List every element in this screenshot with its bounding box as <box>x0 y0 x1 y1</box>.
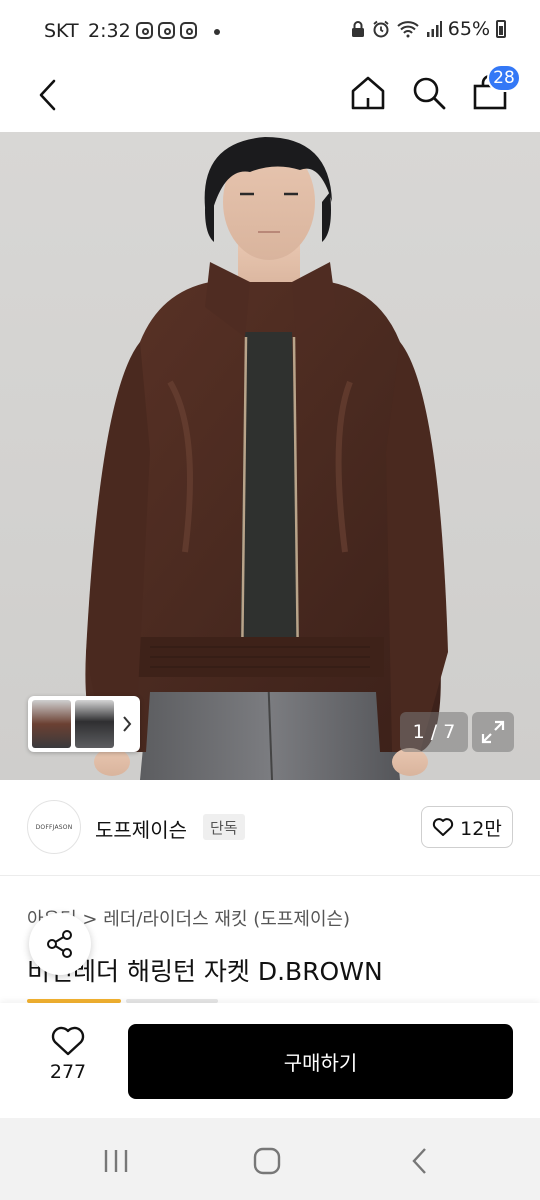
clock: 2:32 <box>88 20 131 42</box>
chevron-right-icon <box>123 716 132 732</box>
share-button[interactable] <box>29 913 91 975</box>
brand-logo-text: DOFFJASON <box>35 823 73 831</box>
system-navigation-bar <box>0 1118 540 1200</box>
battery-level: 65% <box>447 18 490 40</box>
system-status: 65% <box>350 18 506 40</box>
status-bar: SKT 2:32 65% <box>0 0 540 62</box>
expand-icon <box>481 720 505 744</box>
chevron-left-icon <box>39 79 56 111</box>
exclusive-badge: 단독 <box>203 814 245 840</box>
thumbnail-next-button[interactable] <box>118 700 136 748</box>
home-nav-button[interactable] <box>237 1136 297 1186</box>
instagram-icon <box>180 22 197 39</box>
breadcrumb-category[interactable]: 레더/라이더스 재킷 (도프제이슨) <box>103 909 350 930</box>
back-nav-button[interactable] <box>390 1136 450 1186</box>
product-photo <box>85 137 448 780</box>
wifi-icon <box>397 21 419 38</box>
signal-icon <box>426 21 442 37</box>
recent-apps-button[interactable] <box>86 1136 146 1186</box>
instagram-icon <box>136 22 153 39</box>
thumbnail-strip[interactable] <box>28 696 140 752</box>
search-icon <box>413 77 446 110</box>
heart-icon <box>433 818 454 836</box>
brand-like-button[interactable]: 12만 <box>421 806 513 848</box>
carrier-label: SKT <box>44 20 79 42</box>
brand-name-link[interactable]: 도프제이슨 <box>95 814 187 843</box>
more-notifications-dot <box>214 29 220 35</box>
heart-icon <box>51 1026 85 1056</box>
purchase-bar: 277 구매하기 <box>0 1003 540 1118</box>
product-image-gallery[interactable] <box>0 132 540 780</box>
brand-logo[interactable]: DOFFJASON <box>27 800 81 854</box>
thumbnail-1[interactable] <box>32 700 72 748</box>
recent-apps-icon <box>104 1150 128 1172</box>
brand-info: DOFFJASON 도프제이슨 단독 12만 <box>0 780 540 876</box>
instagram-icon <box>158 22 175 39</box>
buy-button[interactable]: 구매하기 <box>128 1024 513 1099</box>
lock-icon <box>351 21 364 37</box>
fullscreen-button[interactable] <box>472 712 514 752</box>
back-nav-icon <box>412 1148 426 1174</box>
search-button[interactable] <box>408 68 450 118</box>
thumbnail-2[interactable] <box>75 700 115 748</box>
wishlist-button[interactable]: 277 <box>28 1025 108 1097</box>
home-nav-icon <box>253 1147 281 1175</box>
cart-count-badge: 28 <box>487 64 521 92</box>
image-counter: 1 / 7 <box>400 712 468 752</box>
battery-icon <box>496 20 506 38</box>
top-app-bar <box>0 62 540 132</box>
alarm-icon <box>373 20 389 38</box>
home-icon <box>351 76 385 110</box>
share-icon <box>47 930 72 958</box>
brand-like-count: 12만 <box>460 817 502 840</box>
wishlist-count: 277 <box>49 1061 87 1083</box>
notification-icons <box>136 22 197 39</box>
back-button[interactable] <box>28 70 68 120</box>
home-button[interactable] <box>347 68 389 118</box>
